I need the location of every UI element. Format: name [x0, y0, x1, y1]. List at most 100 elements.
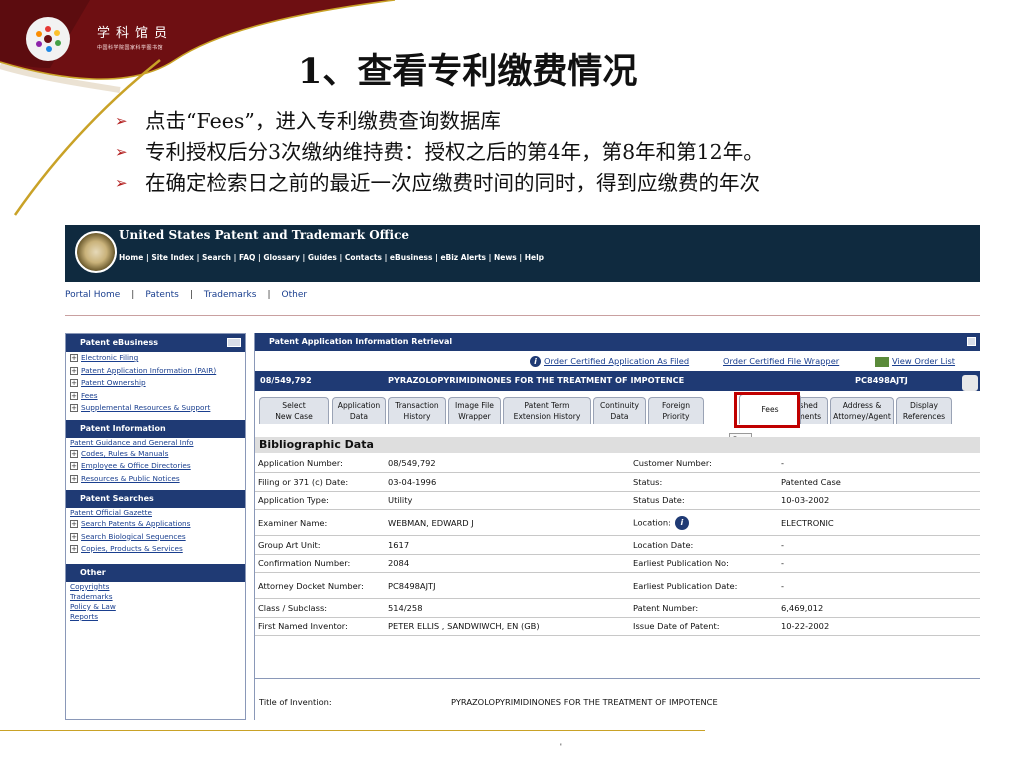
- slide: 学科馆员 中国科学院国家科学图书馆 1、查看专利缴费情况 ➢ 点击“Fees”，进…: [0, 0, 1024, 768]
- field-label: Group Art Unit:: [255, 535, 385, 555]
- arrow-bullet-icon: ➢: [115, 143, 128, 161]
- page-mark: ': [560, 742, 562, 752]
- field-label: First Named Inventor:: [255, 617, 385, 636]
- pdf-icon[interactable]: [962, 375, 978, 391]
- expand-icon[interactable]: +: [70, 404, 78, 412]
- portal-nav-link[interactable]: Other: [282, 290, 308, 300]
- application-bar: 08/549,792 PYRAZOLOPYRIMIDINONES FOR THE…: [255, 371, 980, 391]
- field-label: Class / Subclass:: [255, 598, 385, 618]
- sidebar-link[interactable]: Policy & Law: [66, 602, 245, 612]
- sidebar-link[interactable]: + Patent Ownership: [66, 377, 245, 390]
- uspto-nav-link[interactable]: Guides: [308, 253, 337, 262]
- tab-application-data[interactable]: Application Data: [332, 397, 386, 424]
- sidebar-link[interactable]: + Fees: [66, 390, 245, 403]
- tab-select-new-case[interactable]: Select New Case: [259, 397, 329, 424]
- field-value: -: [778, 572, 980, 599]
- sidebar-link[interactable]: + Electronic Filing: [66, 352, 245, 365]
- footer-line: [0, 730, 705, 731]
- uspto-nav-link[interactable]: Site Index: [151, 253, 194, 262]
- field-value: 08/549,792: [385, 454, 630, 473]
- field-label: Status:: [630, 472, 778, 492]
- library-logo-icon: [26, 17, 70, 61]
- expand-icon[interactable]: +: [70, 354, 78, 362]
- view-order-list-link[interactable]: View Order List: [875, 356, 955, 367]
- expand-icon[interactable]: +: [70, 391, 78, 400]
- tab-bar: Display References Address & Attorney/Agent…: [255, 391, 980, 445]
- nav-separator: |: [131, 290, 135, 300]
- uspto-nav-link[interactable]: Home: [119, 253, 143, 262]
- sidebar-link[interactable]: Patent Guidance and General Info: [66, 438, 245, 448]
- order-certified-application-link[interactable]: i Order Certified Application As Filed: [530, 356, 689, 367]
- title-of-invention: Title of Invention: PYRAZOLOPYRIMIDINONE…: [255, 678, 980, 720]
- field-label: Patent Number:: [630, 598, 778, 618]
- tab-transaction-history[interactable]: Transaction History: [388, 397, 446, 424]
- expand-icon[interactable]: +: [70, 545, 78, 553]
- title-of-invention-value: PYRAZOLOPYRIMIDINONES FOR THE TREATMENT …: [451, 697, 718, 707]
- field-value: 03-04-1996: [385, 472, 630, 492]
- sidebar-link[interactable]: Trademarks: [66, 592, 245, 602]
- order-file-wrapper-link[interactable]: Order Certified File Wrapper: [723, 356, 839, 366]
- tab-address-attorney-agent[interactable]: Address & Attorney/Agent: [830, 397, 894, 424]
- sidebar-link[interactable]: + Employee & Office Directories: [66, 460, 245, 473]
- field-label: Location: i: [630, 509, 778, 536]
- uspto-nav-link[interactable]: Help: [525, 253, 544, 262]
- sidebar-link[interactable]: + Resources & Public Notices: [66, 473, 245, 486]
- field-value: 10-22-2002: [778, 617, 980, 636]
- tab-patent-term-extension-history[interactable]: Patent Term Extension History: [503, 397, 591, 424]
- sidebar-link[interactable]: Reports: [66, 612, 245, 622]
- bullet-text: 专利授权后分3次缴纳维持费：授权之后的第4年，第8年和第12年。: [145, 140, 764, 164]
- nav-separator: |: [299, 253, 308, 262]
- panel-title-text: Patent Application Information Retrieval: [269, 337, 453, 346]
- field-label: Earliest Publication Date:: [630, 572, 778, 599]
- expand-icon[interactable]: +: [70, 532, 78, 541]
- field-value: 514/258: [385, 598, 630, 618]
- sidebar-link[interactable]: + Search Biological Sequences: [66, 531, 245, 544]
- uspto-nav-link[interactable]: News: [494, 253, 517, 262]
- info-icon: i: [530, 356, 541, 367]
- tab-image-file-wrapper[interactable]: Image File Wrapper: [448, 397, 501, 424]
- portal-nav-link[interactable]: Portal Home: [65, 290, 120, 300]
- field-value: -: [778, 454, 980, 473]
- uspto-nav-link[interactable]: Contacts: [345, 253, 382, 262]
- uspto-nav-link[interactable]: eBusiness: [390, 253, 433, 262]
- bullet-item: ➢ 专利授权后分3次缴纳维持费：授权之后的第4年，第8年和第12年。: [115, 137, 764, 168]
- tab-display-references[interactable]: Display References: [896, 397, 952, 424]
- tab-foreign-priority[interactable]: Foreign Priority: [648, 397, 704, 424]
- uspto-nav-link[interactable]: eBiz Alerts: [440, 253, 486, 262]
- field-label: Location Date:: [630, 535, 778, 555]
- sidebar-link[interactable]: + Copies, Products & Services: [66, 543, 245, 556]
- uspto-name: United States Patent and Trademark Offic…: [119, 228, 410, 242]
- bibliographic-table: Application Number: 08/549,792 Customer Nu…: [255, 454, 980, 636]
- field-label: Application Number:: [255, 454, 385, 473]
- expand-icon[interactable]: +: [70, 366, 78, 375]
- sidebar-link[interactable]: + Codes, Rules & Manuals: [66, 448, 245, 461]
- portal-nav-link[interactable]: Patents: [145, 290, 179, 300]
- tab-continuity-data[interactable]: Continuity Data: [593, 397, 646, 424]
- sidebar-link[interactable]: Copyrights: [66, 582, 245, 592]
- app-number: 08/549,792: [260, 375, 312, 385]
- expand-icon[interactable]: +: [70, 379, 78, 387]
- bullet-text: 点击“Fees”，进入专利缴费查询数据库: [145, 109, 501, 133]
- table-row: Filing or 371 (c) Date: 03-04-1996 Status:…: [255, 472, 980, 492]
- pair-screenshot: United States Patent and Trademark Offic…: [65, 225, 980, 720]
- collapse-icon[interactable]: [967, 337, 976, 346]
- field-value: PETER ELLIS , SANDWIWCH, EN (GB): [385, 617, 630, 636]
- uspto-nav-link[interactable]: Search: [202, 253, 231, 262]
- collapse-icon[interactable]: [227, 338, 241, 347]
- sidebar-link[interactable]: Patent Official Gazette: [66, 508, 245, 518]
- uspto-nav-link[interactable]: Glossary: [263, 253, 299, 262]
- expand-icon[interactable]: +: [70, 520, 78, 528]
- field-label: Earliest Publication No:: [630, 554, 778, 573]
- sidebar-link[interactable]: + Patent Application Information (PAIR): [66, 365, 245, 378]
- bullet-text: 在确定检索日之前的最近一次应缴费时间的同时，得到应缴费的年次: [145, 171, 760, 195]
- field-value: 1617: [385, 535, 630, 555]
- location-info-icon[interactable]: i: [674, 515, 689, 530]
- expand-icon[interactable]: +: [70, 462, 78, 470]
- expand-icon[interactable]: +: [70, 449, 78, 458]
- portal-nav-link[interactable]: Trademarks: [204, 290, 257, 300]
- uspto-nav-link[interactable]: FAQ: [239, 253, 255, 262]
- sidebar-section-header: Other: [66, 563, 245, 582]
- expand-icon[interactable]: +: [70, 474, 78, 483]
- sidebar-link[interactable]: + Search Patents & Applications: [66, 518, 245, 531]
- sidebar-link[interactable]: + Supplemental Resources & Support: [66, 402, 245, 415]
